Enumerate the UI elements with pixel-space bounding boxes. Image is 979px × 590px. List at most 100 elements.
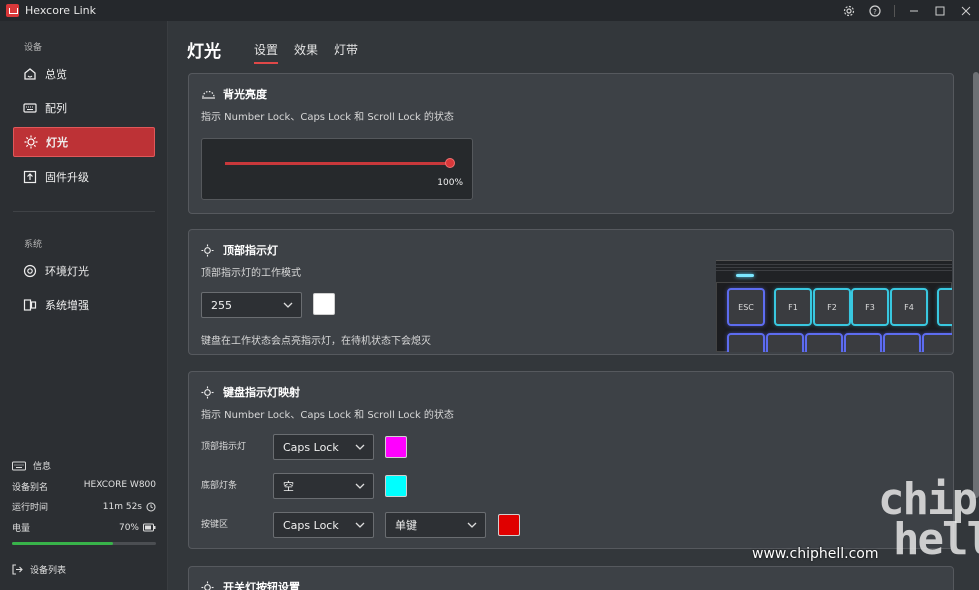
top-indicator-map-select[interactable]: Caps Lock [273, 434, 374, 460]
info-row-battery: 电量 70% [12, 521, 156, 534]
key-map-desc: 指示 Number Lock、Caps Lock 和 Scroll Lock 的… [201, 410, 454, 421]
keyboard-icon [12, 461, 26, 471]
sidebar-item-overview[interactable]: 总览 [13, 59, 155, 89]
switch-light-title: 开关灯按钮设置 [201, 579, 300, 590]
battery-progress-fill [12, 542, 113, 545]
section-devices-label: 设备 [24, 43, 43, 53]
settings-gear-icon[interactable] [836, 0, 862, 21]
battery-value: 70% [118, 522, 139, 533]
title-bar: Hexcore Link ? [0, 0, 979, 21]
sidebar-item-label: 系统增强 [45, 299, 89, 312]
light-icon [201, 580, 217, 590]
sidebar-item-layout[interactable]: 配列 [13, 93, 155, 123]
info-header: 信息 [12, 459, 51, 472]
clock-icon [146, 502, 156, 512]
select-value: Caps Lock [283, 440, 339, 454]
bottom-strip-map-select[interactable]: 空 [273, 473, 374, 499]
chevron-down-icon [354, 441, 366, 456]
key-f3: F3 [851, 288, 889, 326]
battery-icon [143, 523, 156, 532]
top-indicator-mode-select[interactable]: 255 [201, 292, 302, 318]
sidebar-item-label: 灯光 [46, 136, 68, 149]
key-row2 [883, 333, 921, 352]
key-esc: ESC [727, 288, 765, 326]
uptime-value: 11m 52s [102, 501, 142, 512]
tab-bar: 设置 效果 灯带 [254, 41, 374, 64]
switch-light-card: 开关灯按钮设置 [188, 566, 954, 590]
keyboard-top-bar [716, 260, 952, 282]
light-icon [23, 134, 39, 150]
tab-light-strip[interactable]: 灯带 [334, 41, 358, 64]
scrollbar[interactable] [973, 72, 979, 498]
sidebar-item-system-enhance[interactable]: 系统增强 [13, 290, 155, 320]
top-indicator-map-color-swatch[interactable] [385, 436, 407, 458]
key-f4: F4 [890, 288, 928, 326]
key-f2: F2 [813, 288, 851, 326]
top-indicator-color-swatch[interactable] [313, 293, 335, 315]
info-row-uptime: 运行时间 11m 52s [12, 500, 156, 513]
device-list-link[interactable]: 设备列表 [12, 563, 66, 576]
sidebar-item-lighting[interactable]: 灯光 [13, 127, 155, 157]
row-label-key-area: 按键区 [201, 520, 229, 530]
system-enhance-icon [22, 297, 38, 313]
key-area-map-select[interactable]: Caps Lock [273, 512, 374, 538]
sidebar-item-ambient-light[interactable]: 环境灯光 [13, 256, 155, 286]
info-row-alias: 设备别名 HEXCORE W800 [12, 480, 156, 493]
device-list-label: 设备列表 [30, 566, 67, 576]
tab-settings[interactable]: 设置 [254, 41, 279, 64]
light-icon [201, 385, 217, 399]
chevron-down-icon [354, 519, 366, 534]
select-value: 空 [283, 480, 294, 493]
top-indicator-card: 顶部指示灯 顶部指示灯的工作模式 255 键盘在工作状态会点亮指示灯，在待机状态… [188, 229, 954, 355]
battery-progress-bar [12, 542, 156, 545]
sidebar-item-label: 总览 [45, 68, 67, 81]
brightness-icon [201, 89, 217, 99]
sidebar-divider [13, 211, 155, 212]
battery-label: 电量 [12, 524, 31, 534]
minimize-icon[interactable] [901, 0, 927, 21]
key-row2 [922, 333, 952, 352]
maximize-icon[interactable] [927, 0, 953, 21]
key-row2 [844, 333, 882, 352]
key-row2 [805, 333, 843, 352]
tab-effects[interactable]: 效果 [294, 41, 318, 64]
section-system-label: 系统 [24, 240, 43, 250]
page-title: 灯光 [187, 42, 221, 62]
brightness-slider-track[interactable] [225, 162, 449, 165]
chevron-down-icon [466, 519, 478, 534]
key-map-title-text: 键盘指示灯映射 [223, 386, 300, 399]
top-indicator-title-text: 顶部指示灯 [223, 244, 278, 257]
backlight-desc: 指示 Number Lock、Caps Lock 和 Scroll Lock 的… [201, 112, 454, 123]
top-indicator-note: 键盘在工作状态会点亮指示灯，在待机状态下会熄灭 [201, 336, 431, 347]
key-row2 [727, 333, 765, 352]
key-area-map-color-swatch[interactable] [498, 514, 520, 536]
backlight-title: 背光亮度 [201, 86, 267, 102]
brightness-slider-thumb[interactable] [445, 158, 455, 168]
uptime-label: 运行时间 [12, 503, 49, 513]
sidebar-item-label: 配列 [45, 102, 67, 115]
alias-value: HEXCORE W800 [83, 480, 156, 490]
watermark-logo-line2: hell [893, 514, 979, 565]
main-content: 灯光 设置 效果 灯带 背光亮度 指示 Number Lock、Caps Loc… [168, 21, 979, 590]
ambient-light-icon [22, 263, 38, 279]
select-value: 255 [211, 298, 232, 312]
home-icon [22, 66, 38, 82]
logout-arrow-icon [12, 564, 23, 575]
switch-light-title-text: 开关灯按钮设置 [223, 581, 300, 590]
top-indicator-desc: 顶部指示灯的工作模式 [201, 268, 301, 279]
sidebar-item-label: 固件升级 [45, 171, 89, 184]
svg-text:?: ? [873, 8, 877, 16]
bottom-strip-map-color-swatch[interactable] [385, 475, 407, 497]
key-partial [937, 288, 952, 326]
close-icon[interactable] [953, 0, 979, 21]
key-map-title: 键盘指示灯映射 [201, 384, 300, 400]
watermark-url: www.chiphell.com [752, 546, 879, 562]
alias-label: 设备别名 [12, 483, 49, 493]
help-icon[interactable]: ? [862, 0, 888, 21]
key-row2 [766, 333, 804, 352]
app-title: Hexcore Link [25, 4, 97, 17]
sidebar-item-firmware[interactable]: 固件升级 [13, 162, 155, 192]
info-title: 信息 [33, 462, 52, 472]
key-area-mode-select[interactable]: 单键 [385, 512, 486, 538]
top-indicator-title: 顶部指示灯 [201, 242, 278, 258]
